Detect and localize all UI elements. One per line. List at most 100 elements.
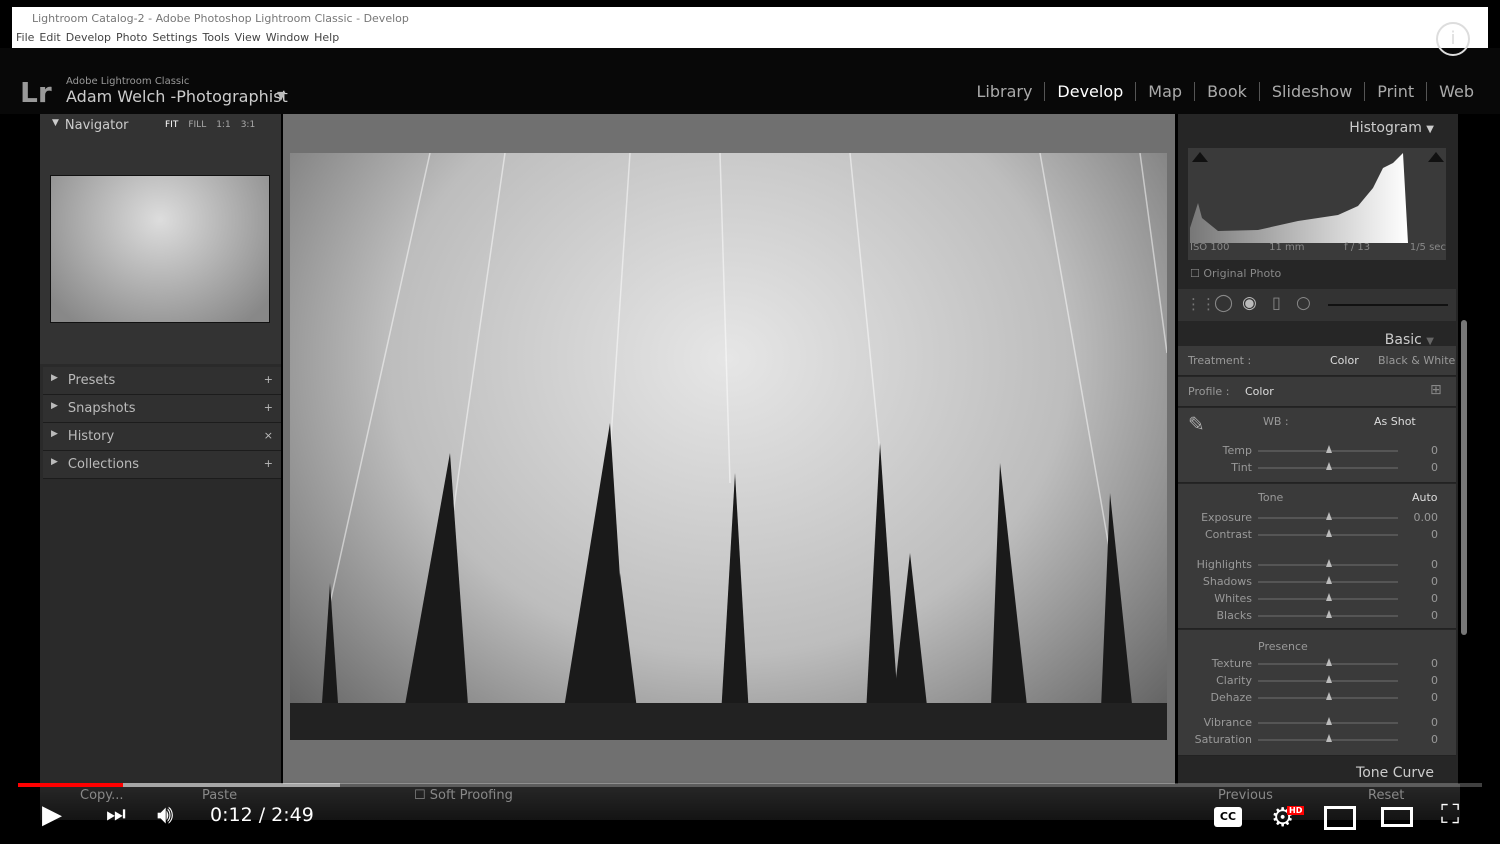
clear-history-button[interactable]: × xyxy=(264,429,273,444)
slider-thumb[interactable] xyxy=(1326,734,1332,742)
slider-texture[interactable]: Texture 0 xyxy=(1178,656,1456,673)
original-photo-toggle[interactable]: ☐ Original Photo xyxy=(1190,267,1281,280)
identity-plate[interactable]: Adam Welch -Photographist xyxy=(66,87,288,106)
module-slideshow[interactable]: Slideshow xyxy=(1258,82,1364,101)
slider-value[interactable]: 0 xyxy=(1431,592,1438,605)
red-eye-icon[interactable]: ◉ xyxy=(1242,293,1257,313)
eyedropper-icon[interactable]: ✎ xyxy=(1188,412,1205,436)
slider-value[interactable]: 0 xyxy=(1431,575,1438,588)
add-preset-button[interactable]: + xyxy=(264,373,273,388)
menu-edit[interactable]: Edit xyxy=(39,31,60,44)
slider-thumb[interactable] xyxy=(1326,445,1332,453)
histogram-header[interactable]: Histogram ▼ xyxy=(1178,114,1458,142)
slider-value[interactable]: 0 xyxy=(1431,528,1438,541)
slider-blacks[interactable]: Blacks 0 xyxy=(1178,608,1456,625)
fullscreen-icon[interactable]: ⛶ xyxy=(1441,800,1459,831)
copy-button[interactable]: Copy... xyxy=(80,788,124,803)
previous-button[interactable]: Previous xyxy=(1218,788,1273,803)
slider-thumb[interactable] xyxy=(1326,717,1332,725)
collections-panel[interactable]: ▶ Collections + xyxy=(43,451,281,479)
graduated-filter-icon[interactable]: ▯ xyxy=(1272,293,1281,312)
slider-thumb[interactable] xyxy=(1326,610,1332,618)
progress-bar[interactable] xyxy=(18,783,1482,787)
add-collection-button[interactable]: + xyxy=(264,457,273,472)
add-snapshot-button[interactable]: + xyxy=(264,401,273,416)
volume-icon[interactable]: 🔊︎ xyxy=(157,800,173,831)
menu-view[interactable]: View xyxy=(235,31,261,44)
snapshots-panel[interactable]: ▶ Snapshots + xyxy=(43,395,281,423)
slider-thumb[interactable] xyxy=(1326,692,1332,700)
slider-shadows[interactable]: Shadows 0 xyxy=(1178,574,1456,591)
slider-saturation[interactable]: Saturation 0 xyxy=(1178,732,1456,749)
menu-window[interactable]: Window xyxy=(266,31,309,44)
miniplayer-icon[interactable] xyxy=(1324,806,1356,830)
menu-develop[interactable]: Develop xyxy=(66,31,111,44)
chevron-down-icon[interactable]: ▼ xyxy=(277,89,285,102)
slider-clarity[interactable]: Clarity 0 xyxy=(1178,673,1456,690)
menu-settings[interactable]: Settings xyxy=(152,31,197,44)
menu-photo[interactable]: Photo xyxy=(116,31,147,44)
module-book[interactable]: Book xyxy=(1194,82,1259,101)
spot-removal-icon[interactable]: ◯ xyxy=(1214,293,1233,313)
zoom-3-1[interactable]: 3:1 xyxy=(241,120,255,130)
treatment-color[interactable]: Color xyxy=(1330,354,1359,367)
module-map[interactable]: Map xyxy=(1135,82,1194,101)
photo[interactable] xyxy=(290,152,1168,740)
module-develop[interactable]: Develop xyxy=(1044,82,1135,101)
module-print[interactable]: Print xyxy=(1364,82,1426,101)
slider-exposure[interactable]: Exposure 0.00 xyxy=(1178,510,1456,527)
slider-value[interactable]: 0.00 xyxy=(1414,511,1439,524)
slider-thumb[interactable] xyxy=(1326,576,1332,584)
reset-button[interactable]: Reset xyxy=(1368,788,1404,803)
module-web[interactable]: Web xyxy=(1426,82,1486,101)
module-library[interactable]: Library xyxy=(964,82,1044,101)
slider-temp[interactable]: Temp 0 xyxy=(1178,443,1456,460)
slider-thumb[interactable] xyxy=(1326,593,1332,601)
slider-value[interactable]: 0 xyxy=(1431,674,1438,687)
slider-thumb[interactable] xyxy=(1326,559,1332,567)
slider-thumb[interactable] xyxy=(1326,658,1332,666)
slider-value[interactable]: 0 xyxy=(1431,444,1438,457)
zoom-fit[interactable]: FIT xyxy=(165,120,178,130)
slider-thumb[interactable] xyxy=(1326,512,1332,520)
slider-value[interactable]: 0 xyxy=(1431,657,1438,670)
presets-panel[interactable]: ▶ Presets + xyxy=(43,367,281,395)
auto-tone-button[interactable]: Auto xyxy=(1412,491,1438,504)
slider-vibrance[interactable]: Vibrance 0 xyxy=(1178,715,1456,732)
soft-proofing-checkbox[interactable]: ☐ Soft Proofing xyxy=(414,788,513,803)
crop-grid-icon[interactable]: ⋮⋮ xyxy=(1186,295,1216,313)
menu-help[interactable]: Help xyxy=(314,31,339,44)
paste-button[interactable]: Paste xyxy=(202,788,237,803)
slider-whites[interactable]: Whites 0 xyxy=(1178,591,1456,608)
wb-dropdown[interactable]: As Shot xyxy=(1374,415,1416,428)
play-icon[interactable]: ▶ xyxy=(42,800,62,830)
slider-value[interactable]: 0 xyxy=(1431,691,1438,704)
slider-thumb[interactable] xyxy=(1326,675,1332,683)
captions-icon[interactable]: CC xyxy=(1214,807,1242,827)
menu-file[interactable]: File xyxy=(16,31,34,44)
slider-value[interactable]: 0 xyxy=(1431,733,1438,746)
slider-value[interactable]: 0 xyxy=(1431,609,1438,622)
theater-mode-icon[interactable] xyxy=(1381,807,1413,827)
slider-dehaze[interactable]: Dehaze 0 xyxy=(1178,690,1456,707)
zoom-1-1[interactable]: 1:1 xyxy=(216,120,230,130)
slider-thumb[interactable] xyxy=(1326,462,1332,470)
navigator-preview[interactable] xyxy=(50,175,270,323)
shadow-clipping-icon[interactable] xyxy=(1192,152,1208,162)
zoom-fill[interactable]: FILL xyxy=(188,120,206,130)
slider-value[interactable]: 0 xyxy=(1431,716,1438,729)
slider-thumb[interactable] xyxy=(1326,529,1332,537)
info-icon[interactable]: i xyxy=(1436,22,1470,56)
slider-value[interactable]: 0 xyxy=(1431,461,1438,474)
next-icon[interactable]: ⏭ xyxy=(106,802,126,827)
brush-slider[interactable] xyxy=(1328,304,1448,306)
slider-contrast[interactable]: Contrast 0 xyxy=(1178,527,1456,544)
profile-dropdown[interactable]: Color xyxy=(1245,385,1274,398)
slider-value[interactable]: 0 xyxy=(1431,558,1438,571)
profile-browser-icon[interactable]: ⊞ xyxy=(1430,382,1442,398)
slider-highlights[interactable]: Highlights 0 xyxy=(1178,557,1456,574)
menu-tools[interactable]: Tools xyxy=(203,31,230,44)
treatment-bw[interactable]: Black & White xyxy=(1378,354,1455,367)
highlight-clipping-icon[interactable] xyxy=(1428,152,1444,162)
right-panel-scrollbar[interactable] xyxy=(1461,320,1467,635)
